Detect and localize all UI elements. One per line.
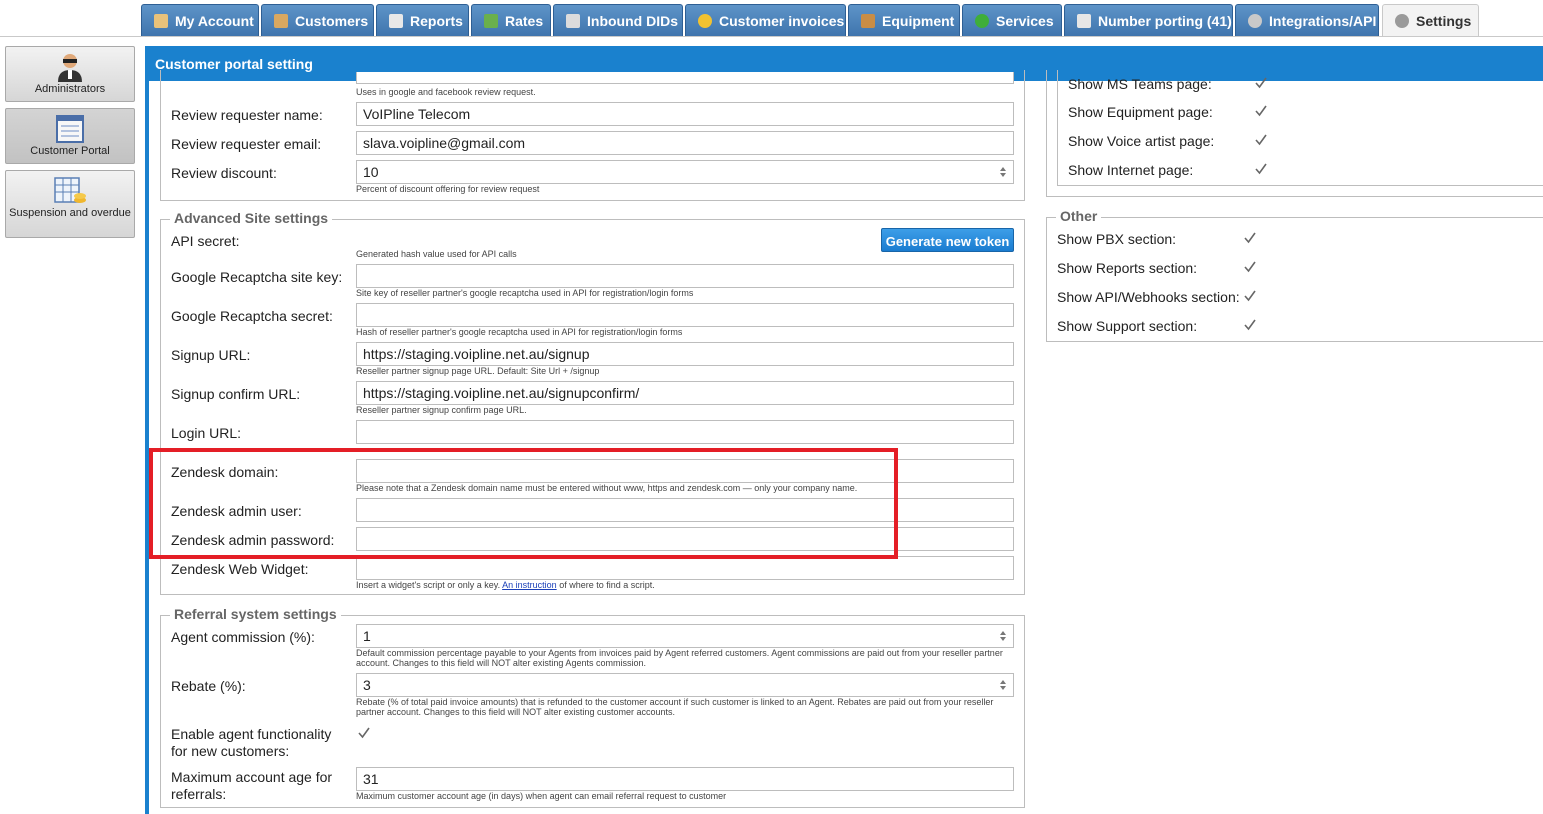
signup-confirm-input[interactable]: https://staging.voipline.net.au/signupco… [356,381,1014,405]
recaptcha-secret-input[interactable] [356,303,1014,327]
tab-rates[interactable]: Rates [471,4,551,36]
did-icon [566,13,580,28]
show-pbx-checkbox[interactable] [1243,231,1257,245]
show-api-webhooks-label: Show API/Webhooks section: [1057,289,1240,305]
spinner-icon[interactable] [999,679,1007,691]
review-discount-input[interactable]: 10 [356,160,1014,184]
show-internet-checkbox[interactable] [1254,162,1268,176]
services-icon [975,13,989,28]
rates-icon [484,13,498,28]
suspension-icon [54,177,86,203]
show-pbx-label: Show PBX section: [1057,231,1177,247]
max-age-hint: Maximum customer account age (in days) w… [356,791,727,801]
enable-agent-label: Enable agent functionality for new custo… [171,726,332,759]
other-legend: Other [1056,208,1102,224]
customers-icon [274,13,288,28]
show-voice-artist-label: Show Voice artist page: [1068,133,1215,149]
max-age-input[interactable]: 31 [356,767,1014,791]
login-url-input[interactable] [356,420,1014,444]
gear-icon [1248,13,1262,28]
agent-commission-hint: Default commission percentage payable to… [356,648,1003,668]
tab-customer-invoices[interactable]: Customer invoices [685,4,846,36]
review-discount-label: Review discount: [171,165,277,181]
show-support-checkbox[interactable] [1243,318,1257,332]
highlight-box [149,448,898,559]
recaptcha-key-label: Google Recaptcha site key: [171,269,343,285]
settings-icon [1395,14,1409,28]
show-internet-label: Show Internet page: [1068,162,1194,178]
review-discount-hint: Percent of discount offering for review … [356,184,540,194]
tab-services[interactable]: Services [962,4,1062,36]
rebate-input[interactable]: 3 [356,673,1014,697]
reports-icon [389,13,403,28]
signup-url-input[interactable]: https://staging.voipline.net.au/signup [356,342,1014,366]
rebate-value: 3 [363,677,371,693]
show-ms-teams-checkbox[interactable] [1254,76,1268,90]
coins-icon [698,13,712,28]
recaptcha-key-input[interactable] [356,264,1014,288]
signup-confirm-label: Signup confirm URL: [171,386,301,402]
show-reports-label: Show Reports section: [1057,260,1198,276]
show-equipment-label: Show Equipment page: [1068,104,1213,120]
referral-legend: Referral system settings [170,606,341,622]
spinner-icon[interactable] [999,166,1007,178]
tab-inbound-dids[interactable]: Inbound DIDs [553,4,683,36]
review-email-label: Review requester email: [171,136,322,152]
recaptcha-key-hint: Site key of reseller partner's google re… [356,288,694,298]
show-ms-teams-label: Show MS Teams page: [1068,76,1212,92]
right-container-border [1046,70,1047,196]
administrator-icon [58,54,82,82]
box-icon [861,13,875,28]
api-secret-label: API secret: [171,233,240,249]
tab-number-porting[interactable]: Number porting (41) [1064,4,1233,36]
zendesk-widget-input[interactable] [356,556,1014,580]
rebate-label: Rebate (%): [171,678,246,694]
user-icon [154,13,168,28]
review-email-input[interactable]: slava.voipline@gmail.com [356,131,1014,155]
right-container-border-bottom [1046,196,1543,197]
show-equipment-checkbox[interactable] [1254,104,1268,118]
signup-url-hint: Reseller partner signup page URL. Defaul… [356,366,600,376]
agent-commission-value: 1 [363,628,371,644]
main-tabs: My Account Customers Reports Rates Inbou… [0,0,1543,37]
review-name-input[interactable]: VoIPline Telecom [356,102,1014,126]
signup-url-label: Signup URL: [171,347,251,363]
recaptcha-secret-label: Google Recaptcha secret: [171,308,333,324]
tab-customers[interactable]: Customers [261,4,374,36]
zendesk-widget-label: Zendesk Web Widget: [171,561,309,577]
recaptcha-secret-hint: Hash of reseller partner's google recapt… [356,327,683,337]
signup-confirm-hint: Reseller partner signup confirm page URL… [356,405,527,415]
generate-token-button[interactable]: Generate new token [881,228,1014,252]
sidebar-item-administrators[interactable]: Administrators [5,46,135,102]
facebook-review-hint: Uses in google and facebook review reque… [356,87,536,97]
phone-icon [1077,13,1091,28]
instruction-link[interactable]: An instruction [502,580,557,590]
rebate-hint: Rebate (% of total paid invoice amounts)… [356,697,994,717]
advanced-legend: Advanced Site settings [170,210,333,226]
show-support-label: Show Support section: [1057,318,1198,334]
review-discount-value: 10 [363,164,379,180]
tab-divider [0,36,1543,37]
agent-commission-input[interactable]: 1 [356,624,1014,648]
api-secret-hint: Generated hash value used for API calls [356,249,517,259]
max-age-label: Maximum account age for referrals: [171,769,333,802]
spinner-icon[interactable] [999,630,1007,642]
facebook-review-input[interactable] [356,72,1014,84]
login-url-label: Login URL: [171,425,242,441]
enable-agent-checkbox[interactable] [357,726,371,740]
sidebar-item-suspension[interactable]: Suspension and overdue [5,170,135,238]
zendesk-widget-hint: Insert a widget's script or only a key. … [356,580,655,590]
sidebar-item-customer-portal[interactable]: Customer Portal [5,108,135,164]
show-voice-artist-checkbox[interactable] [1254,133,1268,147]
show-api-webhooks-checkbox[interactable] [1243,289,1257,303]
tab-integrations-api[interactable]: Integrations/API [1235,4,1379,36]
portal-icon [56,115,84,143]
agent-commission-label: Agent commission (%): [171,629,315,645]
show-reports-checkbox[interactable] [1243,260,1257,274]
review-name-label: Review requester name: [171,107,323,123]
tab-reports[interactable]: Reports [376,4,469,36]
tab-settings[interactable]: Settings [1382,4,1479,37]
tab-my-account[interactable]: My Account [141,4,259,36]
tab-equipment[interactable]: Equipment [848,4,960,36]
